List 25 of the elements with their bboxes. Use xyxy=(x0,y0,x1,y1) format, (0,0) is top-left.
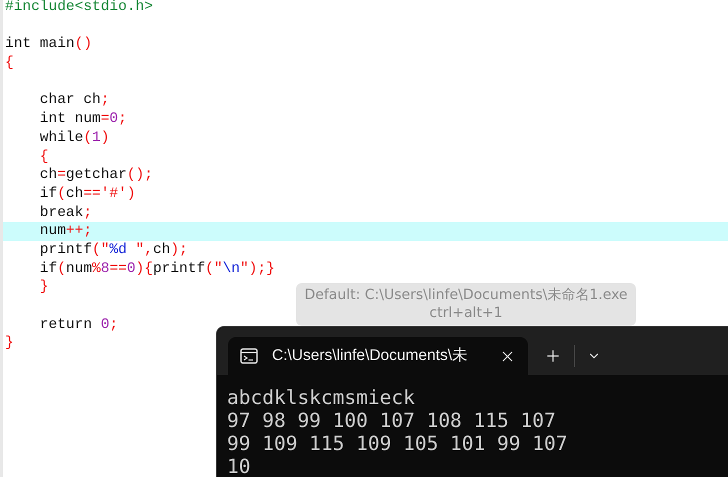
new-tab-icon[interactable] xyxy=(544,347,562,365)
terminal-output-line: 97 98 99 100 107 108 115 107 xyxy=(227,409,556,432)
code-line: if(ch=='#') xyxy=(38,184,136,204)
terminal-output-line: abcdklskcmsmieck xyxy=(227,386,415,409)
terminal-tab[interactable]: C:\Users\linfe\Documents\未 xyxy=(228,337,528,375)
code-line: char ch; xyxy=(38,91,110,110)
terminal-output-line: 10 xyxy=(227,455,250,477)
code-line: return 0; xyxy=(38,316,118,334)
code-line: if(num%8==0){printf("\n");} xyxy=(38,260,275,278)
code-line: break; xyxy=(38,204,92,222)
code-line: } xyxy=(38,278,49,298)
tooltip-text: ctrl+alt+1 xyxy=(429,304,503,322)
code-line: { xyxy=(5,54,14,73)
terminal-icon xyxy=(240,348,258,364)
code-line: while(1) xyxy=(38,128,110,148)
code-line: int main() xyxy=(5,35,92,54)
code-line: printf("%d ",ch); xyxy=(38,240,188,260)
tooltip-text: Default: C:\Users\linfe\Documents\未命名1.exe xyxy=(304,286,628,304)
code-line: } xyxy=(5,334,14,354)
code-line: num++; xyxy=(38,222,92,241)
code-line: { xyxy=(38,148,49,166)
tab-title: C:\Users\linfe\Documents\未 xyxy=(272,346,470,366)
terminal-output-line: 99 109 115 109 105 101 99 107 xyxy=(227,432,568,455)
code-line: int num=0; xyxy=(38,110,127,129)
code-line: ch=getchar(); xyxy=(38,166,153,185)
